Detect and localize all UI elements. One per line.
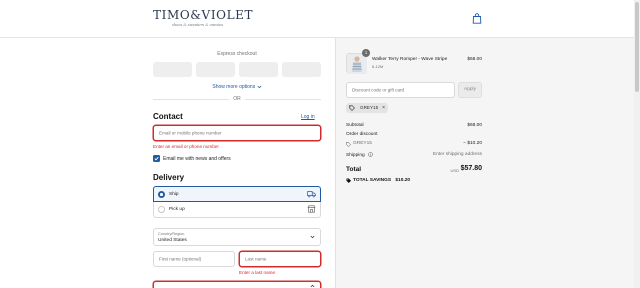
delivery-option-pickup[interactable]: Pick up xyxy=(153,202,321,218)
logo-tagline: shoes & sweaters & onesies xyxy=(172,23,224,27)
info-icon[interactable] xyxy=(368,152,373,157)
ship-radio[interactable] xyxy=(158,191,165,198)
pickup-label: Pick up xyxy=(169,207,185,212)
savings-value: $10.20 xyxy=(395,178,411,183)
apply-discount-button[interactable]: Apply xyxy=(458,82,482,98)
last-name-field[interactable]: Last name xyxy=(239,251,321,267)
email-field[interactable]: Email or mobile phone number xyxy=(153,125,321,141)
checkmark-icon xyxy=(154,156,159,161)
express-pay-button-2[interactable] xyxy=(196,62,235,77)
email-placeholder: Email or mobile phone number xyxy=(159,130,222,136)
chevron-up-icon xyxy=(310,284,315,288)
store-icon xyxy=(307,205,316,213)
discount-value: − $10.20 xyxy=(463,141,482,146)
product-price: $68.00 xyxy=(467,57,482,62)
country-value: United States xyxy=(158,237,187,243)
subtotal-value: $68.00 xyxy=(467,123,482,128)
header: TIMO&VIOLET shoes & sweaters & onesies xyxy=(0,0,640,38)
truck-icon xyxy=(307,191,316,198)
show-more-options-label: Show more options xyxy=(212,84,256,90)
applied-discount-tag: GREY15 × xyxy=(346,103,389,113)
applied-code-label: GREY15 xyxy=(360,105,379,110)
last-name-error-message: Enter a last name xyxy=(239,270,276,275)
newsletter-checkbox[interactable] xyxy=(153,155,160,162)
order-summary-panel xyxy=(335,38,640,288)
last-name-placeholder: Last name xyxy=(245,256,267,262)
product-image xyxy=(347,54,367,74)
delivery-heading: Delivery xyxy=(153,173,185,182)
first-name-placeholder: First name (optional) xyxy=(159,256,202,262)
savings-label: TOTAL SAVINGS xyxy=(353,178,392,183)
discount-code-label: GREY15 xyxy=(353,141,372,146)
order-discount-label: Order discount xyxy=(346,132,378,137)
ship-label: Ship xyxy=(169,192,179,197)
product-variant: 6-12M xyxy=(372,64,384,69)
page-scrollbar[interactable] xyxy=(634,0,640,288)
express-checkout-label: Express checkout xyxy=(217,51,257,57)
shipping-value: Enter shipping address xyxy=(432,152,482,157)
shipping-row: Shipping xyxy=(346,152,373,158)
or-divider-label: OR xyxy=(229,96,245,102)
country-select[interactable]: Country/Region United States xyxy=(153,228,321,246)
pickup-radio[interactable] xyxy=(158,206,165,213)
first-name-field[interactable]: First name (optional) xyxy=(153,251,235,267)
shopping-bag-icon[interactable] xyxy=(472,13,482,24)
express-pay-button-1[interactable] xyxy=(153,62,192,77)
discount-placeholder: Discount code or gift card xyxy=(352,87,405,93)
chevron-down-icon xyxy=(257,85,262,88)
tag-icon xyxy=(346,141,351,147)
subtotal-label: Subtotal xyxy=(346,123,364,128)
email-error-message: Enter an email or phone number xyxy=(153,144,219,149)
total-label: Total xyxy=(346,166,362,173)
quantity-badge: 1 xyxy=(362,49,370,57)
total-savings-row: TOTAL SAVINGS $10.20 xyxy=(346,178,411,184)
express-pay-button-4[interactable] xyxy=(282,62,321,77)
country-label: Country/Region xyxy=(158,232,185,236)
express-pay-button-3[interactable] xyxy=(239,62,278,77)
chevron-down-icon xyxy=(310,235,315,239)
store-logo[interactable]: TIMO&VIOLET shoes & sweaters & onesies xyxy=(153,8,254,31)
logo-wordmark: TIMO&VIOLET xyxy=(153,8,254,22)
discount-code-input[interactable]: Discount code or gift card xyxy=(346,82,455,98)
total-value: $57.80 xyxy=(460,165,482,172)
shipping-label: Shipping xyxy=(346,152,365,158)
login-link[interactable]: Log in xyxy=(301,114,315,120)
currency-code: USD xyxy=(450,168,459,173)
tag-icon xyxy=(346,178,352,184)
show-more-options-link[interactable]: Show more options xyxy=(153,84,321,90)
delivery-option-ship[interactable]: Ship xyxy=(153,186,321,202)
address-field[interactable] xyxy=(153,281,321,288)
tag-icon xyxy=(349,105,355,111)
discount-code-row: GREY15 xyxy=(346,141,372,147)
scrollbar-thumb[interactable] xyxy=(635,2,639,92)
remove-discount-icon[interactable]: × xyxy=(382,105,385,111)
contact-heading: Contact xyxy=(153,112,183,121)
newsletter-label: Email me with news and offers xyxy=(163,156,231,162)
product-name: Walker Terry Romper - Wave Stripe xyxy=(372,57,448,62)
